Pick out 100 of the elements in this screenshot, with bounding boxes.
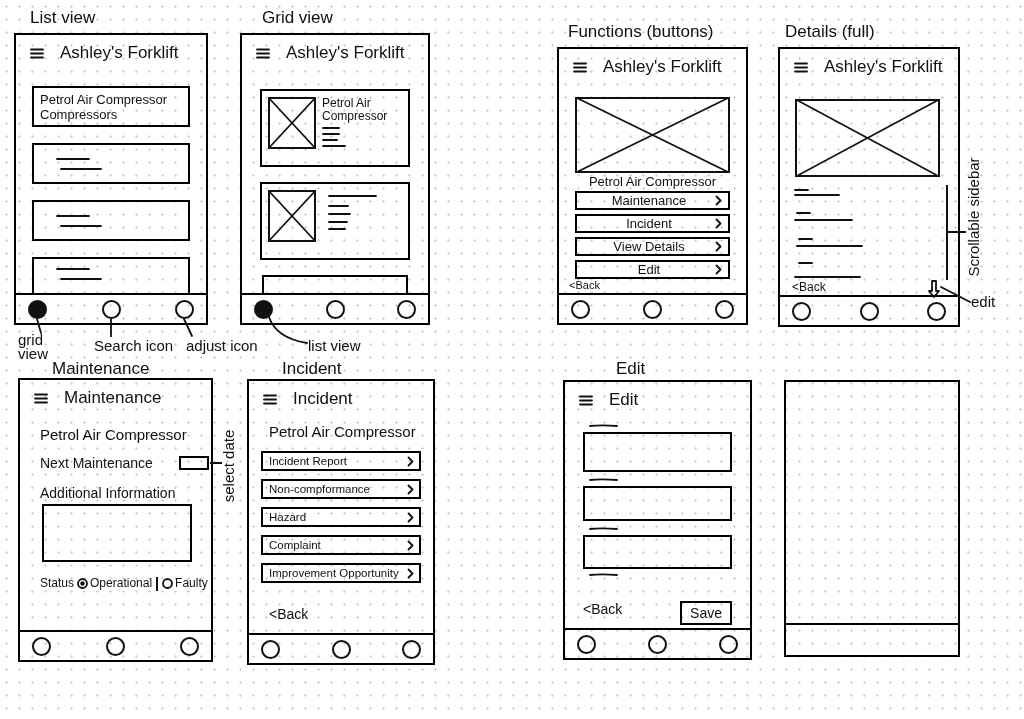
menu-icon[interactable] [573,61,587,73]
placeholder-lines [589,478,619,482]
nav-button[interactable] [648,634,667,654]
back-link[interactable]: <Back [569,279,600,292]
chevron-icon [715,195,722,206]
placeholder-lines [322,126,346,148]
screen-title: Ashley's Forklift [286,43,405,63]
menu-icon[interactable] [34,392,48,404]
option-button[interactable]: Maintenance [575,191,730,210]
text-area-field[interactable] [42,504,192,562]
annotation-note: adjust icon [186,337,258,355]
back-link[interactable]: <Back [792,280,826,294]
nav-button[interactable] [927,301,946,321]
screen-title: Maintenance [64,388,162,408]
nav-button[interactable] [331,639,351,659]
screen-caption: List view [30,8,96,27]
radio-button[interactable] [77,578,89,589]
image-placeholder [268,97,316,149]
placeholder-lines [589,527,619,531]
nav-button[interactable] [325,299,345,319]
date-field[interactable] [179,456,209,470]
annotation-note: select date [220,429,238,503]
input-field[interactable] [583,432,732,472]
menu-icon[interactable] [30,47,44,59]
chevron-icon [407,511,414,523]
nav-button[interactable] [254,299,273,319]
screen-caption: Edit [616,359,646,378]
placeholder-lines [328,194,380,230]
option-button[interactable]: Incident [575,214,730,233]
scrollbar[interactable] [946,185,948,280]
back-link[interactable]: <Back [583,601,623,618]
nav-button[interactable] [101,299,121,319]
chevron-icon [715,264,722,275]
option-label: Faulty [175,576,208,591]
radio-button[interactable] [162,578,174,589]
placeholder-lines [589,424,619,428]
item-name: Petrol Air Compressor [268,423,417,441]
item-name: Petrol Air Compressor [587,174,718,190]
image-placeholder [268,190,316,242]
nav-button[interactable] [643,299,662,319]
nav-button[interactable] [792,301,811,321]
nav-button[interactable] [577,634,596,654]
menu-icon[interactable] [256,47,270,59]
list-item-card[interactable] [32,143,190,184]
placeholder-lines [56,213,102,228]
placeholder-lines [589,573,619,577]
item-name: Petrol Air Compressor [40,426,188,444]
option-button[interactable]: Edit [575,260,730,279]
option-button[interactable]: View Details [575,237,730,256]
input-field[interactable] [583,486,732,521]
input-field[interactable] [583,535,732,569]
screen-caption: Details (full) [785,22,875,41]
item-text: Petrol Air Compressor [40,91,169,107]
nav-button[interactable] [715,299,734,319]
grid-item-card[interactable] [260,182,410,260]
option-button[interactable]: Complaint [261,535,421,555]
nav-button[interactable] [32,636,51,656]
nav-button[interactable] [397,299,416,319]
chevron-icon [407,539,414,551]
option-button[interactable]: Improvement Opportunity [261,563,421,583]
nav-button[interactable] [719,634,738,654]
nav-button[interactable] [859,301,879,321]
nav-button[interactable] [571,299,590,319]
option-label: Operational [90,576,153,591]
arrow-down-icon[interactable] [928,280,940,298]
back-link[interactable]: <Back [261,606,309,623]
chevron-icon [407,567,414,579]
chevron-icon [407,455,414,467]
screen-caption: Maintenance [52,359,150,378]
annotation-note: edit [971,293,996,311]
menu-icon[interactable] [579,394,593,406]
option-button[interactable]: Non-compformance [261,479,421,499]
screen-title: Ashley's Forklift [824,57,943,77]
grid-item-card[interactable] [262,275,408,293]
placeholder-lines [56,156,102,171]
menu-icon[interactable] [794,61,808,73]
nav-button[interactable] [28,299,47,319]
nav-button[interactable] [261,639,280,659]
annotation-note: Scrollable sidebar [965,157,983,277]
nav-button[interactable] [106,636,125,656]
field-label: Status [40,576,75,591]
screen-title: Ashley's Forklift [603,57,722,77]
screen-caption: Functions (buttons) [568,22,714,41]
list-item-card[interactable] [32,257,190,293]
screen-caption: Grid view [262,8,333,27]
item-name: Petrol Air Compressor [322,97,389,123]
annotation-note: list view [308,337,361,355]
nav-button[interactable] [402,639,421,659]
list-item-card[interactable]: Petrol Air Compressor Compressors [32,86,190,127]
nav-button[interactable] [180,636,199,656]
field-label: Next Maintenance [40,454,153,472]
screen-title: Edit [609,390,639,410]
menu-icon[interactable] [263,393,277,405]
option-button[interactable]: Incident Report [261,451,421,471]
grid-item-card[interactable]: Petrol Air Compressor [260,89,410,167]
save-button[interactable]: Save [680,601,732,625]
list-item-card[interactable] [32,200,190,241]
nav-button[interactable] [175,299,194,319]
option-button[interactable]: Hazard [261,507,421,527]
field-label: Additional Information [40,484,177,502]
